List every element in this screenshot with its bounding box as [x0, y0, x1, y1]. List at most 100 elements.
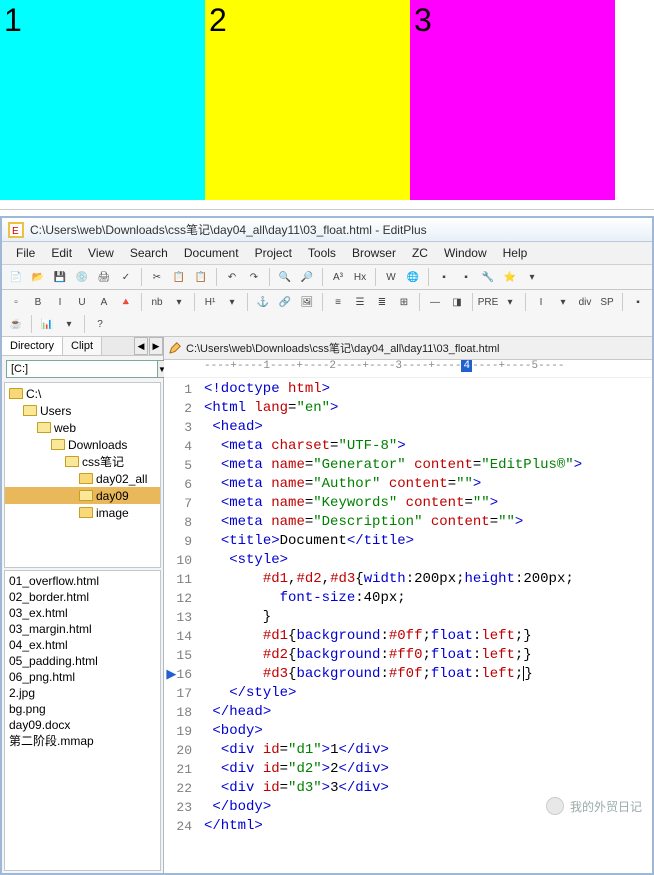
tool-button[interactable]: —: [425, 292, 445, 312]
tool-button[interactable]: Hx: [350, 267, 370, 287]
tool-button[interactable]: 📂: [28, 267, 48, 287]
tool-button[interactable]: ✓: [116, 267, 136, 287]
tool-button[interactable]: SP: [597, 292, 617, 312]
tool-button[interactable]: 📋: [191, 267, 211, 287]
file-item[interactable]: day09.docx: [9, 717, 156, 733]
file-item[interactable]: 04_ex.html: [9, 637, 156, 653]
code-line[interactable]: <title>Document</title>: [204, 532, 648, 551]
code-line[interactable]: <div id="d1">1</div>: [204, 741, 648, 760]
tree-item[interactable]: Users: [5, 402, 160, 419]
tool-button[interactable]: ≣: [372, 292, 392, 312]
file-item[interactable]: 03_margin.html: [9, 621, 156, 637]
code-line[interactable]: </style>: [204, 684, 648, 703]
tool-button[interactable]: ▾: [522, 267, 542, 287]
code-line[interactable]: <style>: [204, 551, 648, 570]
tab-directory[interactable]: Directory: [2, 337, 63, 355]
tool-button[interactable]: PRE: [478, 292, 498, 312]
file-item[interactable]: 05_padding.html: [9, 653, 156, 669]
tool-button[interactable]: A: [94, 292, 114, 312]
tab-scroll-right-icon[interactable]: ▶: [149, 337, 163, 355]
tool-button[interactable]: A³: [328, 267, 348, 287]
tool-button[interactable]: 📋: [169, 267, 189, 287]
tree-item[interactable]: day09: [5, 487, 160, 504]
code-line[interactable]: <meta charset="UTF-8">: [204, 437, 648, 456]
code-line[interactable]: </html>: [204, 817, 648, 836]
menu-search[interactable]: Search: [122, 244, 176, 262]
tool-button[interactable]: ▫: [6, 292, 26, 312]
code-line[interactable]: #d3{background:#f0f;float:left;}: [204, 665, 648, 684]
menu-tools[interactable]: Tools: [300, 244, 344, 262]
tree-item[interactable]: image: [5, 504, 160, 521]
tool-button[interactable]: 🔺: [116, 292, 136, 312]
tool-button[interactable]: ▪: [434, 267, 454, 287]
tool-button[interactable]: 🌐: [403, 267, 423, 287]
tool-button[interactable]: ▾: [553, 292, 573, 312]
tool-button[interactable]: 🔧: [478, 267, 498, 287]
file-item[interactable]: 第二阶段.mmap: [9, 733, 156, 749]
file-item[interactable]: 01_overflow.html: [9, 573, 156, 589]
tool-button[interactable]: ☕: [6, 314, 26, 334]
tool-button[interactable]: 🖼: [297, 292, 317, 312]
menu-file[interactable]: File: [8, 244, 43, 262]
menu-view[interactable]: View: [80, 244, 122, 262]
tool-button[interactable]: 🔍: [275, 267, 295, 287]
tool-button[interactable]: ▾: [59, 314, 79, 334]
tool-button[interactable]: ▾: [222, 292, 242, 312]
code-line[interactable]: }: [204, 608, 648, 627]
tool-button[interactable]: 💾: [50, 267, 70, 287]
menu-document[interactable]: Document: [176, 244, 247, 262]
tool-button[interactable]: ☰: [350, 292, 370, 312]
tool-button[interactable]: ↷: [244, 267, 264, 287]
tree-item[interactable]: day02_all: [5, 470, 160, 487]
tab-cliptext[interactable]: Clipt: [63, 337, 102, 355]
tool-button[interactable]: 📊: [37, 314, 57, 334]
code-line[interactable]: <!doctype html>: [204, 380, 648, 399]
tool-button[interactable]: B: [28, 292, 48, 312]
file-item[interactable]: 06_png.html: [9, 669, 156, 685]
tool-button[interactable]: I: [531, 292, 551, 312]
tool-button[interactable]: 🖨: [94, 267, 114, 287]
drive-selector[interactable]: ▼: [6, 360, 159, 378]
tool-button[interactable]: 📄: [6, 267, 26, 287]
tool-button[interactable]: I: [50, 292, 70, 312]
tool-button[interactable]: ⚓: [253, 292, 273, 312]
tree-item[interactable]: web: [5, 419, 160, 436]
tool-button[interactable]: U: [72, 292, 92, 312]
tool-button[interactable]: 💿: [72, 267, 92, 287]
code-line[interactable]: <body>: [204, 722, 648, 741]
tool-button[interactable]: ▾: [500, 292, 520, 312]
file-item[interactable]: bg.png: [9, 701, 156, 717]
code-line[interactable]: <meta name="Generator" content="EditPlus…: [204, 456, 648, 475]
tool-button[interactable]: ▪: [628, 292, 648, 312]
title-bar[interactable]: E C:\Users\web\Downloads\css笔记\day04_all…: [2, 218, 652, 242]
code-line[interactable]: <meta name="Description" content="">: [204, 513, 648, 532]
code-line[interactable]: #d1,#d2,#d3{width:200px;height:200px;: [204, 570, 648, 589]
file-item[interactable]: 02_border.html: [9, 589, 156, 605]
tree-item[interactable]: css笔记: [5, 453, 160, 470]
menu-help[interactable]: Help: [495, 244, 536, 262]
tool-button[interactable]: nb: [147, 292, 167, 312]
code-line[interactable]: <meta name="Author" content="">: [204, 475, 648, 494]
file-item[interactable]: 2.jpg: [9, 685, 156, 701]
tool-button[interactable]: ◨: [447, 292, 467, 312]
tree-item[interactable]: Downloads: [5, 436, 160, 453]
code-line[interactable]: </head>: [204, 703, 648, 722]
menu-edit[interactable]: Edit: [43, 244, 80, 262]
menu-browser[interactable]: Browser: [344, 244, 404, 262]
tool-button[interactable]: ⭐: [500, 267, 520, 287]
code-line[interactable]: <meta name="Keywords" content="">: [204, 494, 648, 513]
code-line[interactable]: #d1{background:#0ff;float:left;}: [204, 627, 648, 646]
tool-button[interactable]: H¹: [200, 292, 220, 312]
file-item[interactable]: 03_ex.html: [9, 605, 156, 621]
drive-input[interactable]: [6, 360, 158, 378]
code-line[interactable]: font-size:40px;: [204, 589, 648, 608]
tool-button[interactable]: ▪: [456, 267, 476, 287]
code-line[interactable]: <div id="d2">2</div>: [204, 760, 648, 779]
folder-tree[interactable]: C:\UserswebDownloadscss笔记day02_allday09i…: [4, 382, 161, 568]
code-line[interactable]: <html lang="en">: [204, 399, 648, 418]
tool-button[interactable]: ↶: [222, 267, 242, 287]
menu-zc[interactable]: ZC: [404, 244, 436, 262]
tool-button[interactable]: div: [575, 292, 595, 312]
tool-button[interactable]: ?: [90, 314, 110, 334]
tool-button[interactable]: ⊞: [394, 292, 414, 312]
